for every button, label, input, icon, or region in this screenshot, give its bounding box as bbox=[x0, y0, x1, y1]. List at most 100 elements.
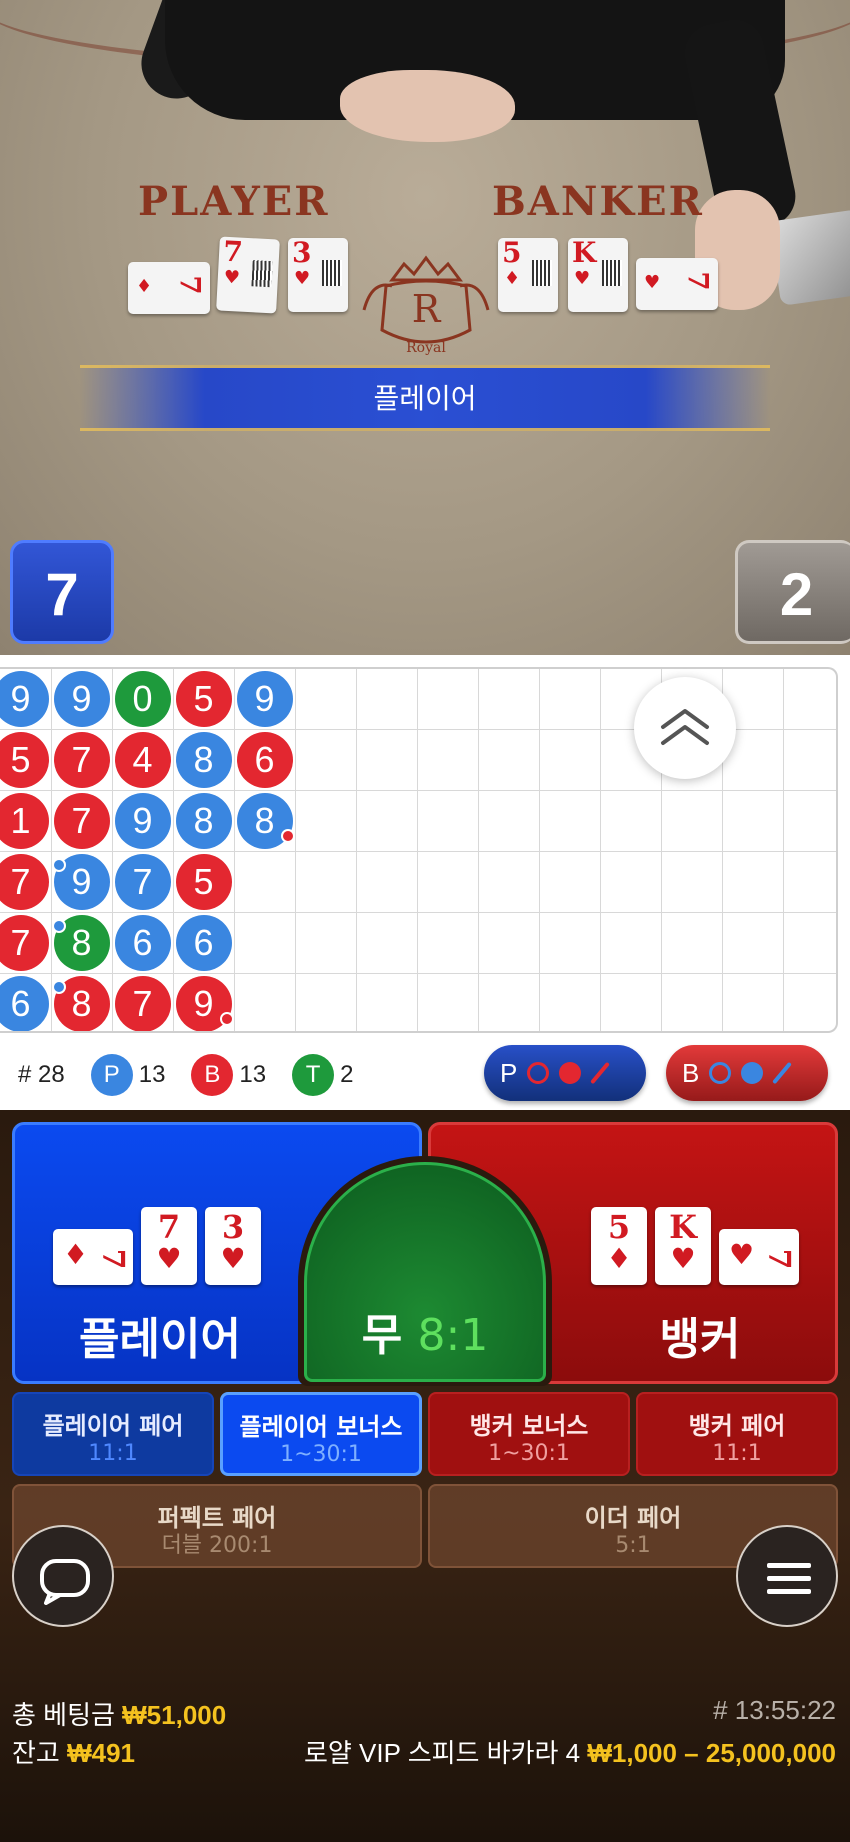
bead-road-result: 9 bbox=[0, 670, 49, 727]
bead-road-result: 5 bbox=[175, 853, 232, 910]
tie-count: 2 bbox=[340, 1061, 354, 1088]
expand-road-button[interactable] bbox=[634, 677, 736, 779]
logo-text: Royal bbox=[406, 340, 446, 356]
live-video-feed: PLAYER BANKER R Royal ♦ 7 7 ♥ 3 ♥ 5 ♦ K ♥ ♥ 7 … bbox=[0, 0, 850, 655]
predict-cockroach-icon bbox=[772, 1061, 793, 1085]
bet-player-pair[interactable]: 플레이어 페어 11:1 bbox=[12, 1392, 214, 1476]
total-rounds: # 28 bbox=[18, 1061, 65, 1088]
player-pair-dot bbox=[51, 979, 66, 994]
betting-area: ♦ 7 7 ♥ 3 ♥ 플레이어 5 ♦ K ♥ ♥ 7 뱅커 무 8:1 플레이어 페어 bbox=[0, 1110, 850, 1842]
bead-road-result: 1 bbox=[0, 792, 49, 849]
chat-icon bbox=[40, 1559, 90, 1605]
hamburger-menu-icon bbox=[767, 1563, 811, 1594]
player-bonus-odds: 1~30:1 bbox=[280, 1442, 362, 1467]
bet-limits: ₩1,000 – 25,000,000 bbox=[587, 1738, 836, 1768]
banker-pair-odds: 11:1 bbox=[712, 1441, 762, 1466]
player-pair-label: 플레이어 페어 bbox=[42, 1412, 184, 1440]
logo-letter: R bbox=[412, 287, 442, 331]
player-pair-dot bbox=[51, 918, 66, 933]
banker-card: 5 ♦ bbox=[591, 1207, 647, 1285]
dealer-hand-left bbox=[340, 70, 515, 142]
result-banner-text: 플레이어 bbox=[373, 382, 477, 415]
felt-card: ♥ 7 bbox=[636, 258, 718, 310]
felt-banker-label: BANKER bbox=[492, 178, 704, 225]
predict-small-road-icon bbox=[559, 1062, 582, 1084]
banker-score: 2 bbox=[735, 540, 850, 644]
bead-road-result: 6 bbox=[175, 914, 232, 971]
felt-card: 3 ♥ bbox=[288, 238, 348, 312]
banker-predict-button[interactable]: B bbox=[666, 1045, 828, 1101]
bead-road-result: 9 bbox=[114, 792, 171, 849]
banker-bonus-label: 뱅커 보너스 bbox=[469, 1412, 589, 1440]
bead-road-result: 5 bbox=[0, 731, 49, 788]
banker-wins-icon: B bbox=[191, 1054, 234, 1096]
felt-card: ♦ 7 bbox=[128, 262, 210, 314]
bead-road-result: 9 bbox=[53, 670, 110, 727]
tie-label-text: 무 bbox=[361, 1310, 403, 1361]
player-score: 7 bbox=[10, 540, 114, 644]
tie-bet-label: 무 8:1 bbox=[307, 1299, 543, 1363]
bead-road-result: 7 bbox=[0, 914, 49, 971]
bet-banker-bonus[interactable]: 뱅커 보너스 1~30:1 bbox=[428, 1392, 630, 1476]
player-wins-icon: P bbox=[90, 1054, 133, 1096]
scoreboard-panel: 990595748617988797578666879 # 28 P 13 B … bbox=[0, 655, 850, 1110]
road-stats: # 28 P 13 B 13 T 2 bbox=[18, 1050, 379, 1100]
either-pair-label: 이더 페어 bbox=[584, 1504, 682, 1532]
bead-road-result: 5 bbox=[175, 670, 232, 727]
bet-player-bonus[interactable]: 플레이어 보너스 1~30:1 bbox=[220, 1392, 422, 1476]
bead-road-result: 6 bbox=[236, 731, 293, 788]
predict-cockroach-icon bbox=[590, 1061, 611, 1085]
banker-pair-dot bbox=[219, 1011, 234, 1026]
banker-card: ♥ 7 bbox=[719, 1229, 799, 1285]
table-name: 로얄 VIP 스피드 바카라 4 bbox=[303, 1738, 581, 1768]
bead-road-result: 8 bbox=[236, 792, 295, 849]
bead-road-result: 7 bbox=[53, 792, 110, 849]
bet-banker-pair[interactable]: 뱅커 페어 11:1 bbox=[636, 1392, 838, 1476]
bead-road-result: 7 bbox=[0, 853, 49, 910]
bet-spot-tie[interactable]: 무 8:1 bbox=[304, 1162, 546, 1382]
player-bet-label: 플레이어 bbox=[79, 1314, 241, 1365]
predict-player-letter: P bbox=[500, 1057, 518, 1088]
round-time: # 13:55:22 bbox=[713, 1695, 836, 1725]
predict-big-road-icon bbox=[709, 1062, 732, 1084]
bead-road-result: 7 bbox=[53, 731, 110, 788]
bead-road-result: 8 bbox=[175, 731, 232, 788]
banker-pair-label: 뱅커 페어 bbox=[688, 1412, 786, 1440]
tie-count-icon: T bbox=[292, 1054, 335, 1096]
player-predict-button[interactable]: P bbox=[484, 1045, 646, 1101]
felt-card: K ♥ bbox=[568, 238, 628, 312]
player-wins-count: 13 bbox=[138, 1061, 166, 1088]
chat-button[interactable] bbox=[12, 1525, 114, 1627]
bead-road-result: 8 bbox=[51, 975, 110, 1031]
bead-road-result: 7 bbox=[114, 853, 171, 910]
total-bet-value: ₩51,000 bbox=[122, 1700, 227, 1730]
bead-road-result: 6 bbox=[0, 975, 49, 1031]
perfect-pair-label: 퍼펙트 페어 bbox=[157, 1504, 277, 1532]
predict-banker-letter: B bbox=[682, 1057, 700, 1088]
banker-pair-dot bbox=[280, 828, 295, 843]
card-shoe bbox=[769, 209, 850, 306]
felt-player-label: PLAYER bbox=[138, 178, 330, 225]
balance-label: 잔고 bbox=[12, 1738, 60, 1768]
bead-road-result: 9 bbox=[236, 670, 293, 727]
banker-bonus-odds: 1~30:1 bbox=[488, 1441, 570, 1466]
bead-road-result: 4 bbox=[114, 731, 171, 788]
player-pair-dot bbox=[51, 857, 66, 872]
royal-logo: R Royal bbox=[362, 255, 490, 356]
bead-road-result: 9 bbox=[175, 975, 234, 1031]
chevron-up-double-icon bbox=[661, 709, 709, 745]
bead-road-result: 0 bbox=[114, 670, 171, 727]
player-card: ♦ 7 bbox=[53, 1229, 133, 1285]
balance-value: ₩491 bbox=[67, 1738, 135, 1768]
menu-button[interactable] bbox=[736, 1525, 838, 1627]
banker-card: K ♥ bbox=[655, 1207, 711, 1285]
banker-bet-label: 뱅커 bbox=[659, 1314, 741, 1365]
felt-card: 5 ♦ bbox=[498, 238, 558, 312]
player-pair-odds: 11:1 bbox=[88, 1441, 138, 1466]
predict-big-road-icon bbox=[527, 1062, 550, 1084]
predict-small-road-icon bbox=[741, 1062, 764, 1084]
bead-road-result: 8 bbox=[175, 792, 232, 849]
result-banner: 플레이어 bbox=[80, 365, 770, 431]
felt-card: 7 ♥ bbox=[216, 235, 280, 314]
banker-wins-count: 13 bbox=[239, 1061, 267, 1088]
